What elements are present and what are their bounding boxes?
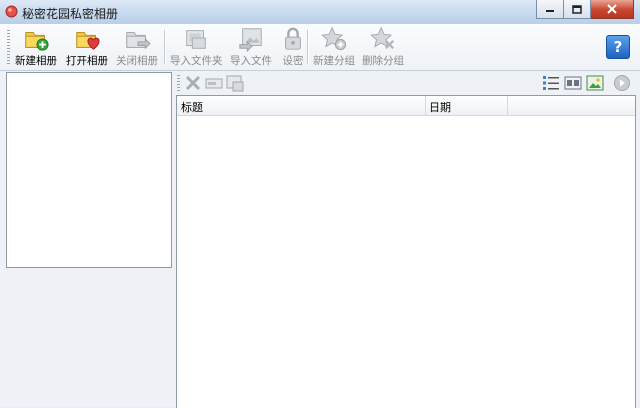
lock-icon (285, 27, 301, 50)
column-header-title[interactable]: 标题 (181, 99, 203, 115)
app-window: 秘密花园私密相册 新建相册 打开相册 关闭相册 导入文件夹 导入文件 设密 新建… (0, 0, 640, 408)
new-album-icon (25, 32, 49, 51)
column-divider[interactable] (507, 96, 508, 115)
minimize-button[interactable] (536, 0, 564, 19)
properties-icon[interactable] (226, 74, 244, 92)
delete-icon[interactable] (184, 74, 202, 92)
app-icon (5, 5, 18, 18)
import-folder-label: 导入文件夹 (170, 55, 223, 67)
import-folder-button[interactable]: 导入文件夹 (170, 26, 223, 68)
left-panel (0, 71, 173, 407)
maximize-button[interactable] (564, 0, 591, 19)
help-button[interactable]: ? (606, 35, 630, 59)
import-file-label: 导入文件 (230, 55, 272, 67)
close-album-icon (126, 32, 151, 50)
import-folder-icon (186, 30, 207, 49)
list-view-icon[interactable] (542, 74, 560, 92)
album-tree[interactable] (6, 72, 172, 268)
column-header-date[interactable]: 日期 (429, 99, 451, 115)
list-toolbar (174, 71, 640, 95)
new-group-button[interactable]: 新建分组 (313, 26, 355, 68)
list-header: 标题 日期 (177, 96, 635, 116)
rename-icon[interactable] (205, 74, 223, 92)
maximize-icon (572, 4, 582, 14)
set-password-label: 设密 (282, 55, 304, 67)
open-album-icon (76, 32, 100, 50)
right-panel: 标题 日期 (174, 71, 640, 408)
import-file-button[interactable]: 导入文件 (230, 26, 272, 68)
close-icon (607, 4, 617, 14)
close-button[interactable] (591, 0, 634, 19)
toolbar-grip[interactable] (7, 30, 10, 66)
window-controls (536, 0, 634, 19)
window-title: 秘密花园私密相册 (22, 7, 119, 21)
play-icon[interactable] (613, 74, 631, 92)
new-group-icon (321, 26, 347, 51)
open-album-button[interactable]: 打开相册 (66, 26, 108, 68)
new-album-button[interactable]: 新建相册 (15, 26, 57, 68)
close-album-label: 关闭相册 (116, 55, 158, 67)
set-password-button[interactable]: 设密 (278, 26, 308, 68)
delete-group-label: 删除分组 (362, 55, 404, 67)
new-album-label: 新建相册 (15, 55, 57, 67)
delete-group-button[interactable]: 删除分组 (362, 26, 404, 68)
column-divider[interactable] (425, 96, 426, 115)
minimize-icon (546, 10, 554, 12)
list-toolbar-grip[interactable] (177, 75, 180, 91)
main-toolbar: 新建相册 打开相册 关闭相册 导入文件夹 导入文件 设密 新建分组 删除分组 ? (0, 24, 640, 71)
photo-list[interactable]: 标题 日期 (176, 95, 636, 408)
detail-view-icon[interactable] (564, 74, 582, 92)
delete-group-icon (370, 26, 395, 50)
open-album-label: 打开相册 (66, 55, 108, 67)
import-file-icon (239, 28, 262, 52)
thumbnail-view-icon[interactable] (586, 74, 604, 92)
title-bar[interactable]: 秘密花园私密相册 (0, 0, 640, 25)
toolbar-separator (164, 30, 165, 64)
toolbar-separator (307, 30, 308, 64)
close-album-button[interactable]: 关闭相册 (116, 26, 158, 68)
new-group-label: 新建分组 (313, 55, 355, 67)
